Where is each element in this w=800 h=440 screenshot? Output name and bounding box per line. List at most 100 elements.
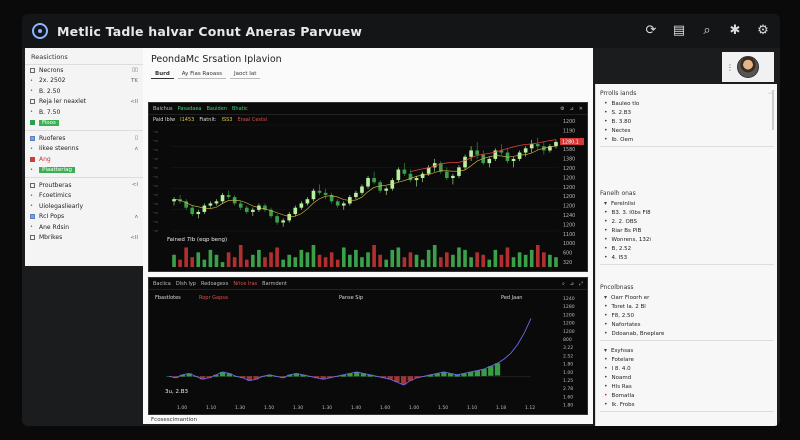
volume-bar <box>366 252 370 267</box>
volume-bar <box>451 254 455 267</box>
right-panel-item[interactable]: • 4. I53 <box>596 253 778 262</box>
candle-body <box>554 141 558 147</box>
volume-bar <box>348 254 352 267</box>
checkbox[interactable] <box>30 120 35 126</box>
user-profile[interactable]: ⋮ <box>722 52 774 82</box>
volume-bar <box>281 259 285 267</box>
sidebar-item[interactable]: • Iikee steenns ʌ <box>25 144 143 155</box>
gear-icon[interactable]: ⚙ <box>754 22 772 40</box>
price-tick-label: 1200 <box>563 166 575 172</box>
checkbox[interactable] <box>30 235 35 241</box>
checkbox[interactable] <box>30 214 35 220</box>
refresh-icon[interactable]: ⟳ <box>642 22 660 40</box>
volume-bar <box>402 257 407 267</box>
candle-body <box>335 201 340 206</box>
bullet-icon[interactable]: • <box>30 167 35 173</box>
right-panel-item[interactable]: • Nafortates <box>596 320 778 329</box>
candle-body <box>341 203 346 206</box>
checkbox[interactable] <box>30 182 35 188</box>
sidebar-item[interactable]: • B. 7.50 <box>25 107 143 118</box>
bullet-icon[interactable]: • <box>30 88 35 94</box>
right-panel-item[interactable]: • Riar Bs PlB <box>596 226 778 235</box>
bullet-icon[interactable]: • <box>30 109 35 115</box>
sidebar-item-label: Proutberas <box>39 181 72 189</box>
x-tick-label: 1.10 <box>467 405 477 411</box>
bullet-icon: • <box>604 365 608 372</box>
sidebar-item[interactable]: Mbrikes <lI <box>25 233 143 244</box>
bullet-icon[interactable]: • <box>30 203 35 209</box>
right-panel-item[interactable]: ▾ Oarr Floorh er <box>596 293 778 302</box>
right-panel-item[interactable]: • F8, 2.50 <box>596 311 778 320</box>
volume-bar <box>360 257 364 267</box>
price-chart[interactable]: Baichus Pasadaea Bauiden Bhatic ⚙ ⊿ ✕ Pa… <box>148 102 588 272</box>
right-panel-item[interactable]: • Ik. Frobs <box>596 400 778 409</box>
avatar[interactable] <box>737 56 759 78</box>
right-panel-item[interactable]: • Hls Ras <box>596 382 778 391</box>
sidebar-item-label: Ang <box>39 155 51 163</box>
sidebar-item[interactable]: • 2x. 2502 TK <box>25 76 143 87</box>
right-panel-item-label: Noamd <box>611 374 632 381</box>
chart2-corner-label: 3u, 2.B3 <box>165 389 189 395</box>
right-panel-item[interactable]: • B. 3.80 <box>596 117 778 126</box>
checkbox[interactable] <box>30 67 35 73</box>
tab-2[interactable]: Ay Fias Raoass <box>177 70 226 79</box>
price-tick-label: 1190 <box>563 128 575 134</box>
more-icon[interactable]: ⋮ <box>726 63 734 72</box>
candle-body <box>529 144 534 149</box>
volume-bar <box>426 249 431 267</box>
sidebar-item[interactable]: Necrons ▯▯ <box>25 65 143 76</box>
bullet-icon[interactable]: • <box>30 78 35 84</box>
right-panel-item[interactable]: • S. 2.B3 <box>596 108 778 117</box>
sidebar-item[interactable]: • B. 2.50 <box>25 86 143 97</box>
volume-bar <box>172 254 176 267</box>
bullet-icon[interactable]: • <box>30 193 35 199</box>
sidebar-item[interactable]: Fioos <box>25 118 143 129</box>
right-panel-item[interactable]: ▾ Ferelnlisi <box>596 199 778 208</box>
settings-icon[interactable]: ✱ <box>726 22 744 40</box>
right-panel-item[interactable]: • B3. 3. l0bs Fl8 <box>596 208 778 217</box>
document-icon[interactable]: ▤ <box>670 22 688 40</box>
sidebar-item[interactable]: Reja ler neaxlet <lI <box>25 97 143 108</box>
search-icon[interactable]: ⌕ <box>698 22 716 40</box>
right-panel-item[interactable]: • Nectes <box>596 126 778 135</box>
checkbox[interactable] <box>30 135 35 141</box>
sidebar-item[interactable]: • Ane Rdsin <box>25 222 143 233</box>
sidebar-item[interactable]: • Uiolegasliearly <box>25 201 143 212</box>
right-panel-item-label: Bauleo tlo <box>611 100 640 107</box>
right-panel-item[interactable]: • Ddoanab, Bneplare <box>596 329 778 338</box>
tab-1[interactable]: Burd <box>151 70 174 79</box>
candle-body <box>275 216 279 223</box>
right-panel-item[interactable]: • I 8. 4.0 <box>596 364 778 373</box>
sidebar-item[interactable]: Ruoferes ▯ <box>25 133 143 144</box>
right-panel-item[interactable]: • Toret Ia. 2 Bl <box>596 302 778 311</box>
sidebar-item-label: Plaatteriag <box>39 166 138 174</box>
right-panel-item[interactable]: • Fotelare <box>596 355 778 364</box>
y-tick-label: 1.60 <box>563 394 573 400</box>
right-panel-item[interactable]: • B, 2.52 <box>596 244 778 253</box>
candle-body <box>299 203 304 208</box>
volume-bar <box>275 247 279 267</box>
tab-bar: Burd Ay Fias Raoass Jaoct Iat <box>151 70 261 79</box>
right-panel-item[interactable]: • Wonrens, 132i <box>596 235 778 244</box>
bullet-icon[interactable]: • <box>30 224 35 230</box>
sidebar-item[interactable]: Proutberas <I <box>25 180 143 191</box>
right-panel-item[interactable]: • Bauleo tlo <box>596 99 778 108</box>
tab-3[interactable]: Jaoct Iat <box>229 70 261 79</box>
right-panel-item[interactable]: • Noamd <box>596 373 778 382</box>
indicator-chart[interactable]: Baciica Dlsh lyp Redoagexs Nrice Iras Ba… <box>148 277 588 415</box>
right-panel-item[interactable]: • Ib. Oem <box>596 135 778 144</box>
checkbox[interactable] <box>30 99 35 105</box>
right-panel-item[interactable]: • Bomatla <box>596 391 778 400</box>
y-tick-label: 2.52 <box>563 353 573 359</box>
candle-body <box>396 169 401 181</box>
sidebar-item[interactable]: RcI Pops ʌ <box>25 212 143 223</box>
sidebar-item[interactable]: • Plaatteriag <box>25 165 143 176</box>
sidebar-item[interactable]: • Fcoetimics <box>25 191 143 202</box>
checkbox[interactable] <box>30 156 35 162</box>
bullet-icon[interactable]: • <box>30 146 35 152</box>
sidebar-item[interactable]: Ang <box>25 154 143 165</box>
right-panel-item-label: Ik. Frobs <box>611 401 635 408</box>
right-panel-item[interactable]: ▾ Esyhsas <box>596 346 778 355</box>
right-panel-scrollbar[interactable] <box>772 90 774 130</box>
right-panel-item[interactable]: • 2. 2. OBS <box>596 217 778 226</box>
